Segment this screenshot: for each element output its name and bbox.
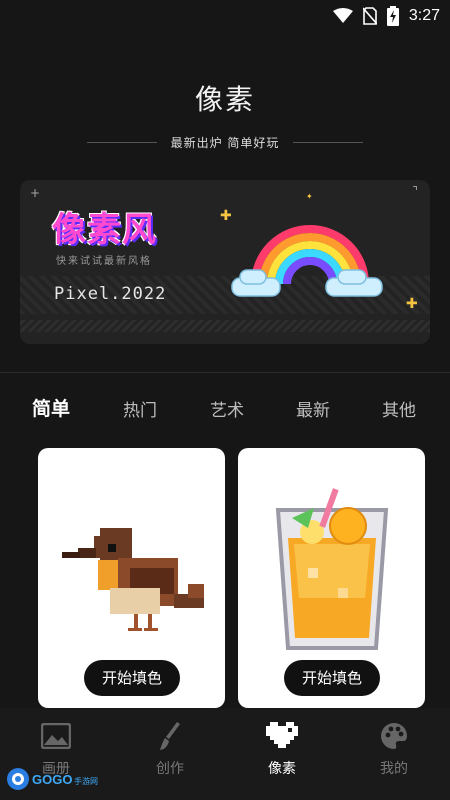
svg-text:GOGO: GOGO: [32, 772, 72, 787]
artwork-card[interactable]: 开始填色: [38, 448, 225, 708]
tab-art[interactable]: 艺术: [210, 396, 244, 421]
nav-item-create[interactable]: 创作: [130, 720, 210, 778]
banner-stripe-bottom: [20, 320, 430, 332]
banner-pixel-text: Pixel.2022: [54, 284, 167, 304]
pixel-heart-icon: [242, 720, 322, 752]
divider-line-right: [293, 141, 364, 143]
status-icons: 3:27: [332, 6, 440, 26]
image-icon: [16, 720, 96, 752]
start-coloring-button[interactable]: 开始填色: [84, 660, 180, 696]
banner-tagline: 快来试试最新风格: [56, 256, 152, 267]
brush-icon: [130, 720, 210, 752]
page-title: 像素: [194, 83, 255, 116]
nav-item-pixel[interactable]: 像素: [242, 720, 322, 778]
status-time: 3:27: [408, 7, 440, 24]
page-subtitle: 最新出炉 简单好玩: [170, 135, 280, 150]
nav-label: 我的: [380, 761, 408, 777]
pixel-juice-artwork: [275, 488, 389, 650]
artwork-card[interactable]: 开始填色: [238, 448, 425, 708]
nav-label: 像素: [268, 761, 296, 777]
banner-logo: 像素风: [52, 210, 157, 250]
subtitle-row: 最新出炉 简单好玩: [0, 132, 450, 152]
battery-charging-icon: [386, 6, 399, 26]
sparkle-icon: ✚: [406, 296, 418, 312]
tab-other[interactable]: 其他: [382, 396, 416, 421]
rainbow-cloud-illustration: [231, 225, 383, 297]
corner-bracket-icon: ⌝: [412, 184, 418, 198]
no-sim-icon: [362, 7, 377, 25]
watermark-logo: GOGO 手游网: [7, 768, 98, 790]
svg-text:手游网: 手游网: [74, 776, 98, 786]
promo-banner[interactable]: + ⌝ 像素风 快来试试最新风格 Pixel.2022 ✚ ✚ ✦: [20, 180, 430, 344]
pixel-bird-artwork: [62, 528, 204, 631]
palette-icon: [354, 720, 434, 752]
divider-line-left: [86, 141, 157, 143]
corner-plus-icon: +: [30, 186, 41, 200]
nav-label: 创作: [156, 761, 184, 777]
tab-newest[interactable]: 最新: [296, 396, 330, 421]
status-bar: 3:27: [0, 0, 450, 32]
tab-simple[interactable]: 简单: [32, 394, 70, 421]
category-tabs: 简单 热门 艺术 最新 其他: [0, 394, 450, 424]
nav-item-mine[interactable]: 我的: [354, 720, 434, 778]
tab-hot[interactable]: 热门: [123, 396, 157, 421]
wifi-icon: [332, 8, 353, 23]
section-divider: [0, 372, 450, 373]
start-coloring-button[interactable]: 开始填色: [284, 660, 380, 696]
sparkle-icon: ✦: [306, 192, 313, 201]
